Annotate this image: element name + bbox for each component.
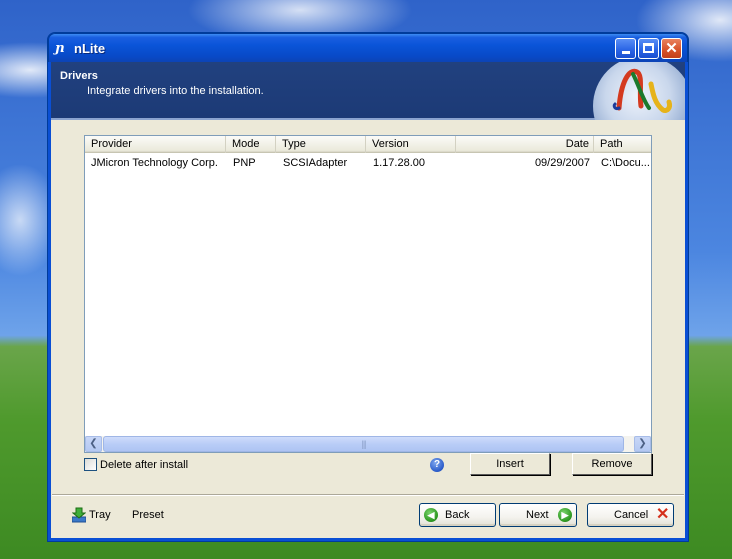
scroll-thumb[interactable]: ||| xyxy=(103,436,624,452)
minimize-button[interactable] xyxy=(615,38,636,59)
cancel-button[interactable]: Cancel ✕ xyxy=(587,503,674,527)
next-button[interactable]: Next ▶ xyxy=(499,503,577,527)
chevron-right-icon: ❯ xyxy=(638,438,647,449)
cell-version: 1.17.28.00 xyxy=(373,157,425,169)
page-header: Drivers Integrate drivers into the insta… xyxy=(51,62,685,120)
cell-path: C:\Docu... xyxy=(601,157,650,169)
preset-button[interactable]: Preset xyxy=(132,509,164,521)
cell-type: SCSIAdapter xyxy=(283,157,348,169)
cancel-x-icon: ✕ xyxy=(656,506,670,523)
back-button[interactable]: ◀ Back xyxy=(419,503,496,527)
title-bar[interactable]: ɲ nLite ✕ xyxy=(48,33,688,62)
tray-button[interactable]: Tray xyxy=(89,509,111,521)
window-title: nLite xyxy=(74,41,106,56)
scroll-grip: ||| xyxy=(361,439,366,449)
scroll-left-button[interactable]: ❮ xyxy=(85,436,102,452)
column-header-date[interactable]: Date xyxy=(456,136,594,153)
column-header-version[interactable]: Version xyxy=(366,136,456,153)
close-button[interactable]: ✕ xyxy=(661,38,682,59)
list-header: Provider Mode Type Version Date Path xyxy=(85,136,651,153)
cell-provider: JMicron Technology Corp. xyxy=(91,157,218,169)
delete-after-install-checkbox[interactable] xyxy=(84,458,97,471)
column-header-mode[interactable]: Mode xyxy=(226,136,276,153)
page-subtitle: Integrate drivers into the installation. xyxy=(87,85,264,97)
footer-divider xyxy=(52,494,684,496)
maximize-button[interactable] xyxy=(638,38,659,59)
scroll-right-button[interactable]: ❯ xyxy=(634,436,651,452)
close-icon: ✕ xyxy=(665,40,678,57)
nlite-header-logo-icon xyxy=(589,62,685,120)
insert-button[interactable]: Insert xyxy=(470,453,550,475)
chevron-left-icon: ❮ xyxy=(89,438,98,449)
next-arrow-icon: ▶ xyxy=(558,508,572,522)
list-item[interactable]: JMicron Technology Corp. PNP SCSIAdapter… xyxy=(85,155,651,171)
cell-mode: PNP xyxy=(233,157,256,169)
remove-button[interactable]: Remove xyxy=(572,453,652,475)
nlite-logo-icon: ɲ xyxy=(55,41,65,56)
column-header-path[interactable]: Path xyxy=(594,136,651,153)
column-header-type[interactable]: Type xyxy=(276,136,366,153)
column-header-provider[interactable]: Provider xyxy=(85,136,226,153)
maximize-icon xyxy=(643,43,654,53)
help-icon[interactable]: ? xyxy=(430,458,444,472)
horizontal-scrollbar[interactable]: ❮ ||| ❯ xyxy=(85,436,651,452)
page-title: Drivers xyxy=(60,70,98,82)
cell-date: 09/29/2007 xyxy=(534,157,590,169)
back-button-label: Back xyxy=(445,509,470,521)
next-button-label: Next xyxy=(526,509,549,521)
tray-download-icon[interactable] xyxy=(72,507,86,523)
delete-after-install-label[interactable]: Delete after install xyxy=(100,459,188,471)
drivers-listview[interactable]: Provider Mode Type Version Date Path JMi… xyxy=(84,135,652,453)
back-arrow-icon: ◀ xyxy=(424,508,438,522)
minimize-icon xyxy=(622,51,630,54)
cancel-button-label: Cancel xyxy=(614,509,649,521)
